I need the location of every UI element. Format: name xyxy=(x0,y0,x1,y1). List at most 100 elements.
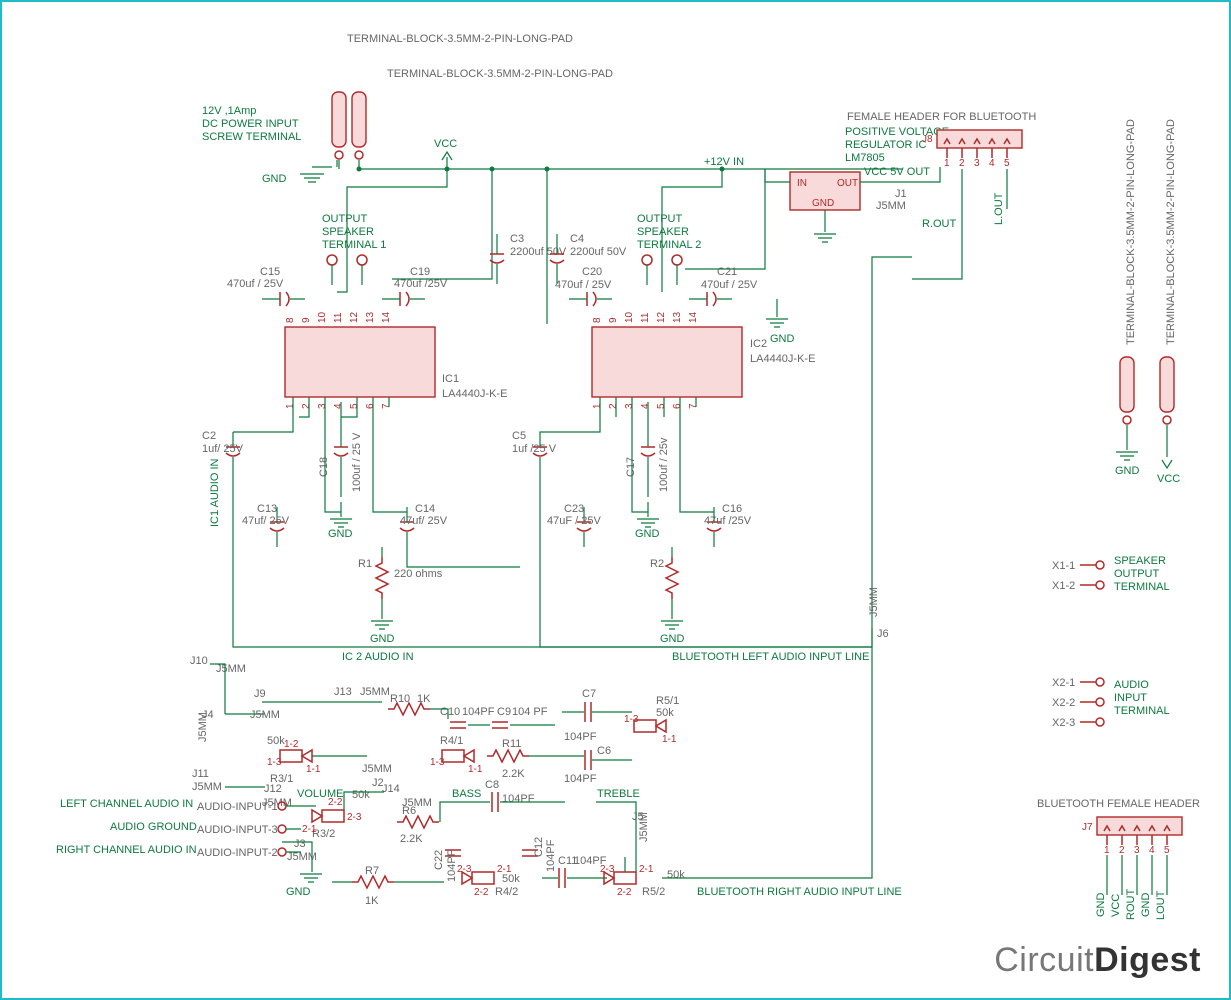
svg-text:3: 3 xyxy=(317,403,328,409)
svg-text:8: 8 xyxy=(592,317,603,323)
svg-text:2: 2 xyxy=(301,403,312,409)
svg-text:10: 10 xyxy=(317,311,328,323)
svg-text:1K: 1K xyxy=(365,895,379,907)
tbr-2 xyxy=(1160,357,1174,412)
c16: C16 47uf /25V xyxy=(704,503,752,547)
c3: C3 2200uf 50V xyxy=(490,233,567,284)
rchan: RIGHT CHANNEL AUDIO IN xyxy=(56,844,197,856)
x23: X2-3 xyxy=(1052,717,1075,729)
svg-text:220 ohms: 220 ohms xyxy=(394,568,443,580)
label-power1: 12V ,1Amp xyxy=(202,105,256,117)
svg-text:47uf/ 25V: 47uf/ 25V xyxy=(242,515,290,527)
bl-right: BLUETOOTH RIGHT AUDIO INPUT LINE xyxy=(697,886,902,898)
svg-text:R1: R1 xyxy=(358,558,372,570)
svg-text:LOUT: LOUT xyxy=(1155,890,1167,920)
svg-text:104PF: 104PF xyxy=(462,706,495,718)
x21: X2-1 xyxy=(1052,677,1075,689)
svg-text:10: 10 xyxy=(624,311,635,323)
svg-text:5: 5 xyxy=(1004,158,1010,169)
svg-text:C22: C22 xyxy=(433,850,445,870)
j8-ref: J8 xyxy=(922,134,933,145)
svg-text:50k: 50k xyxy=(352,789,370,801)
ic1-audio-in: IC1 AUDIO IN xyxy=(209,458,221,527)
ic2-ref: IC2 xyxy=(750,338,767,350)
svg-text:104PF: 104PF xyxy=(502,793,535,805)
svg-text:2: 2 xyxy=(959,158,965,169)
label-power2: DC POWER INPUT xyxy=(202,118,299,130)
svg-text:100uf / 25v: 100uf / 25v xyxy=(658,437,670,492)
svg-text:1-3: 1-3 xyxy=(624,714,639,725)
j9: J9 xyxy=(254,688,266,700)
svg-text:4: 4 xyxy=(640,403,651,409)
r7: R7 1K xyxy=(352,865,394,907)
c7: C7 104PF xyxy=(562,688,632,743)
ost1c: TERMINAL 1 xyxy=(322,239,386,251)
spk-out: SPEAKER xyxy=(1114,555,1166,567)
reg-in: IN xyxy=(797,178,807,189)
j3: J3 xyxy=(294,838,306,850)
svg-text:13: 13 xyxy=(365,311,376,323)
j6: J6 xyxy=(877,628,889,640)
svg-text:2-2: 2-2 xyxy=(617,887,632,898)
svg-text:C21: C21 xyxy=(717,266,737,278)
svg-text:4: 4 xyxy=(333,403,344,409)
lout: L.OUT xyxy=(993,192,1005,225)
gnd-ic2: GND xyxy=(635,528,660,540)
gnd-tb: GND xyxy=(262,173,287,185)
svg-text:1: 1 xyxy=(944,158,950,169)
svg-text:470uf / 25V: 470uf / 25V xyxy=(227,278,284,290)
j13: J13 xyxy=(334,686,352,698)
vcc-tbr: VCC xyxy=(1157,473,1180,485)
svg-text:6: 6 xyxy=(365,403,376,409)
x12: X1-2 xyxy=(1052,580,1075,592)
svg-text:2-1: 2-1 xyxy=(497,864,512,875)
gnd-j3: GND xyxy=(286,886,311,898)
svg-text:C15: C15 xyxy=(260,266,280,278)
label-tb1: TERMINAL-BLOCK-3.5MM-2-PIN-LONG-PAD xyxy=(347,33,573,45)
svg-text:GND: GND xyxy=(1095,893,1107,918)
c5: C5 1uf /25 V xyxy=(512,430,557,472)
svg-text:2-1: 2-1 xyxy=(302,824,317,835)
svg-text:C4: C4 xyxy=(570,233,584,245)
svg-text:470uf /25V: 470uf /25V xyxy=(394,278,448,290)
svg-text:3: 3 xyxy=(1134,845,1140,856)
svg-text:C16: C16 xyxy=(722,503,742,515)
svg-text:R4/2: R4/2 xyxy=(495,886,518,898)
svg-text:C18: C18 xyxy=(318,457,330,477)
j11-j5mm: J5MM xyxy=(192,781,222,793)
ic2-audio-in: IC 2 AUDIO IN xyxy=(342,651,414,663)
svg-text:C9: C9 xyxy=(497,706,511,718)
svg-text:VCC: VCC xyxy=(1110,894,1122,917)
x22: X2-2 xyxy=(1052,697,1075,709)
c14: C14 47uf/ 25V xyxy=(400,503,448,547)
x11: X1-1 xyxy=(1052,560,1075,572)
c23: C23 47uF / 25V xyxy=(547,503,601,547)
r1: R1 220 ohms GND xyxy=(358,547,443,645)
svg-text:GND: GND xyxy=(1140,893,1152,918)
svg-text:1-2: 1-2 xyxy=(284,739,299,750)
svg-text:1-1: 1-1 xyxy=(468,764,483,775)
svg-text:4: 4 xyxy=(989,158,995,169)
svg-text:5: 5 xyxy=(1164,845,1170,856)
svg-text:1-3: 1-3 xyxy=(430,757,445,768)
r10: R10 1K xyxy=(388,693,431,715)
svg-text:2-2: 2-2 xyxy=(474,887,489,898)
svg-text:2: 2 xyxy=(1119,845,1125,856)
svg-text:100uf / 25 V: 100uf / 25 V xyxy=(351,432,363,492)
svg-text:C3: C3 xyxy=(510,233,524,245)
r5-1: R5/1 50k 1-31-1 xyxy=(624,695,679,745)
svg-text:104PF: 104PF xyxy=(564,731,597,743)
ost1a: OUTPUT xyxy=(322,213,368,225)
svg-text:2-1: 2-1 xyxy=(639,864,654,875)
svg-text:2.2K: 2.2K xyxy=(400,833,423,845)
svg-text:3: 3 xyxy=(624,403,635,409)
ic1-part: LA4440J-K-E xyxy=(442,388,507,400)
c12: C12 104PF xyxy=(522,837,557,872)
svg-text:2200uf 50V: 2200uf 50V xyxy=(570,246,627,258)
j11: J11 xyxy=(192,768,209,780)
c19: C19 470uf /25V xyxy=(382,266,448,306)
agnd: AUDIO GROUND xyxy=(110,821,197,833)
svg-text:2-3: 2-3 xyxy=(347,812,362,823)
svg-text:1uf/ 25V: 1uf/ 25V xyxy=(202,443,244,455)
reg3: LM7805 xyxy=(845,152,885,164)
